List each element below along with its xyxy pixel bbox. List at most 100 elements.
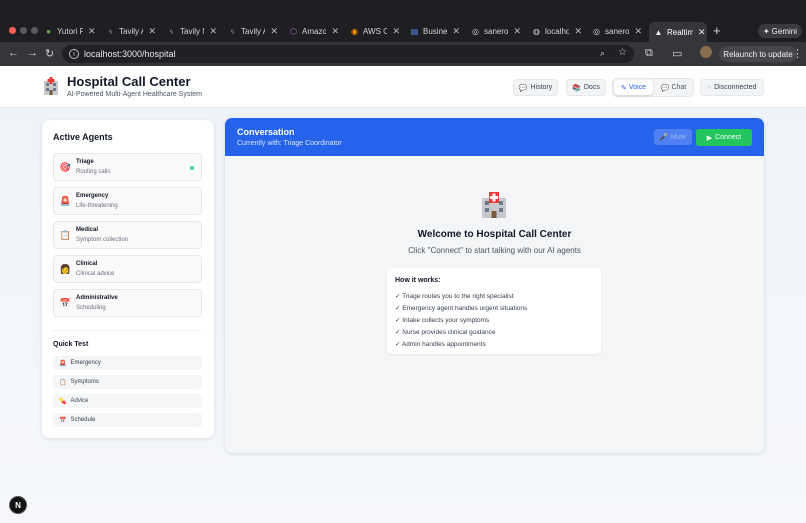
tab-close-icon[interactable]: ✕ — [270, 26, 278, 37]
mute-button[interactable]: 🎤 Mute — [654, 129, 692, 145]
tab-label: Tavily A — [241, 26, 266, 36]
step-item: ✓ Triage routes you to the right special… — [395, 293, 514, 300]
tab-close-icon[interactable]: ✕ — [392, 26, 400, 37]
window-maximize-dot[interactable] — [31, 27, 38, 34]
gemini-button[interactable]: ✦ Gemini — [758, 24, 802, 38]
quick-test-label: Advice — [70, 398, 89, 404]
tab-close-icon[interactable]: ✕ — [634, 26, 642, 37]
agent-name: Clinical — [76, 261, 98, 267]
window-minimize-dot[interactable] — [20, 27, 27, 34]
window-close-dot[interactable] — [9, 27, 16, 34]
browser-tab[interactable]: ◎ saneroo ✕ — [471, 23, 521, 39]
agent-desc: Symptom collection — [76, 237, 129, 243]
agent-desc: Life-threatening — [76, 203, 118, 209]
agent-card-administrative[interactable]: 📅 Administrative Scheduling — [53, 289, 202, 317]
browser-tab[interactable]: ◎ saneroo ✕ — [592, 23, 642, 39]
browser-tab[interactable]: ᛃ Tavily A ✕ — [228, 23, 278, 39]
relaunch-label: Relaunch to update — [723, 49, 793, 59]
tab-label: Amazon — [302, 26, 327, 36]
browser-tab[interactable]: ▤ Busines ✕ — [410, 23, 460, 39]
browser-tab[interactable]: ● Yutori Pl ✕ — [44, 23, 100, 39]
history-label: History — [530, 84, 553, 91]
conversation-header: Conversation Currently with: Triage Coor… — [225, 118, 764, 156]
sidebar-title: Active Agents — [53, 132, 113, 142]
quick-test-advice[interactable]: 💊 Advice — [53, 394, 202, 408]
reload-icon[interactable]: ↻ — [45, 47, 54, 60]
agent-card-emergency[interactable]: 🚨 Emergency Life-threatening — [53, 187, 202, 215]
how-it-works-title: How it works: — [395, 277, 441, 284]
browser-tab[interactable]: ◉ AWS Co ✕ — [350, 23, 400, 39]
tab-label: Busines — [423, 26, 448, 36]
tab-close-icon[interactable]: ✕ — [574, 26, 582, 37]
status-label: Disconnected — [714, 84, 757, 91]
pencil-icon: ✎ — [621, 84, 627, 92]
more-menu-icon[interactable]: ⋮ — [792, 47, 803, 60]
tab-close-icon[interactable]: ✕ — [331, 26, 339, 37]
browser-tab[interactable]: ◍ localho ✕ — [532, 23, 582, 39]
history-button[interactable]: 💬 History — [513, 79, 558, 96]
welcome-hint: Click "Connect" to start talking with ou… — [408, 246, 581, 255]
connection-status-badge: ○ Disconnected — [700, 79, 764, 96]
tab-favicon-icon: ▤ — [410, 26, 419, 36]
address-bar[interactable]: i localhost:3000/hospital ⌕ ☆ — [62, 45, 634, 63]
voice-mode-button[interactable]: ✎ Voice — [614, 80, 653, 95]
quick-test-label: Symptoms — [70, 379, 99, 385]
url-text[interactable]: localhost:3000/hospital — [84, 49, 176, 59]
tab-label: Tavily A — [119, 26, 144, 36]
tab-close-icon[interactable]: ✕ — [88, 26, 96, 37]
sparkle-icon: ✦ — [762, 26, 770, 36]
agent-name: Administrative — [76, 295, 118, 301]
tab-favicon-icon: ᛃ — [230, 26, 235, 36]
siren-icon: 🚨 — [59, 195, 72, 206]
connect-button[interactable]: ▶ Connect — [696, 129, 752, 146]
conversation-panel: Conversation Currently with: Triage Coor… — [225, 118, 764, 453]
quick-test-symptoms[interactable]: 📋 Symptoms — [53, 375, 202, 389]
sidepanel-icon[interactable]: ▭ — [672, 47, 682, 60]
chat-mode-button[interactable]: 💬 Chat — [654, 80, 693, 95]
history-icon: 💬 — [518, 84, 528, 92]
tab-close-icon[interactable]: ✕ — [698, 27, 706, 38]
tab-label: Tavily M — [180, 26, 204, 36]
tab-close-icon[interactable]: ✕ — [452, 26, 460, 37]
calendar-icon: 📅 — [59, 417, 67, 424]
relaunch-button[interactable]: Relaunch to update — [719, 46, 797, 62]
site-info-icon[interactable]: i — [69, 49, 79, 59]
agent-card-medical[interactable]: 📋 Medical Symptom collection — [53, 221, 202, 249]
tab-close-icon[interactable]: ✕ — [513, 26, 521, 37]
profile-avatar[interactable] — [700, 46, 712, 58]
mute-label: Mute — [670, 133, 687, 141]
nextjs-dev-badge[interactable]: N — [9, 496, 27, 514]
bookmark-star-icon[interactable]: ☆ — [618, 47, 627, 58]
quick-test-emergency[interactable]: 🚨 Emergency — [53, 356, 202, 370]
new-tab-button[interactable]: + — [713, 23, 721, 38]
docs-button[interactable]: 📚 Docs — [566, 79, 606, 96]
connect-label: Connect — [715, 134, 742, 141]
forward-icon[interactable]: → — [27, 47, 38, 59]
agent-card-triage[interactable]: 🎯 Triage Routing calls — [53, 153, 202, 181]
tab-close-icon[interactable]: ✕ — [148, 26, 156, 37]
nurse-icon: 👩 — [59, 263, 72, 274]
browser-tab[interactable]: ᛃ Tavily M ✕ — [167, 23, 217, 39]
extensions-icon[interactable]: ⧉ — [645, 47, 653, 60]
clipboard-icon: 📋 — [59, 229, 72, 240]
zoom-icon[interactable]: ⌕ — [600, 48, 605, 59]
browser-tab-active[interactable]: ▲ Realtim ✕ — [649, 22, 707, 42]
tab-close-icon[interactable]: ✕ — [209, 26, 217, 37]
page-content: Hospital Call Center AI-Powered Multi-Ag… — [0, 66, 806, 523]
browser-toolbar: ← → ↻ i localhost:3000/hospital ⌕ ☆ ⧉ ▭ … — [0, 42, 806, 66]
target-icon: 🎯 — [59, 161, 72, 172]
book-icon: 📚 — [572, 84, 581, 92]
vercel-icon: ▲ — [654, 27, 663, 37]
agent-name: Triage — [76, 159, 94, 165]
back-icon[interactable]: ← — [8, 47, 19, 59]
browser-tab[interactable]: ⬡ Amazon ✕ — [289, 23, 339, 39]
browser-tab[interactable]: ᛃ Tavily A ✕ — [106, 23, 156, 39]
agent-card-clinical[interactable]: 👩 Clinical Clinical advice — [53, 255, 202, 283]
clipboard-icon: 📋 — [59, 379, 67, 386]
sidebar-divider — [53, 330, 202, 331]
hospital-icon — [482, 192, 506, 218]
quick-test-schedule[interactable]: 📅 Schedule — [53, 413, 202, 427]
microphone-icon: 🎤 — [659, 134, 669, 141]
docs-label: Docs — [583, 84, 600, 91]
tab-favicon-icon: ᛃ — [108, 26, 113, 36]
